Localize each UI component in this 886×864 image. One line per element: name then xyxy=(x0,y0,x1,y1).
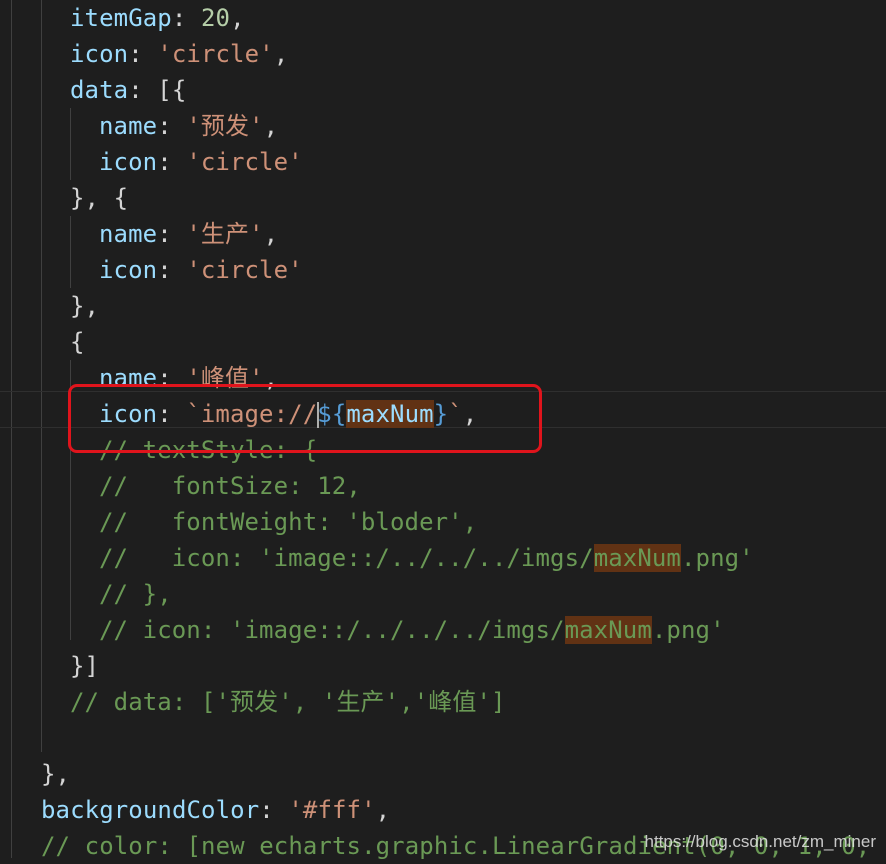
comment-line: // fontWeight: 'bloder', xyxy=(99,508,478,536)
code-line: name: '生产', xyxy=(99,220,279,248)
string-value: 'circle' xyxy=(157,40,274,68)
property-key: icon xyxy=(99,256,158,284)
code-line: }, xyxy=(70,292,100,320)
property-key: icon xyxy=(70,40,129,68)
code-line: icon: 'circle' xyxy=(99,148,303,176)
property-key: name xyxy=(99,112,158,140)
code-line: { xyxy=(70,328,85,356)
string-value: '生产' xyxy=(186,220,264,248)
indent-guide xyxy=(11,0,12,858)
indent-guide xyxy=(70,216,71,288)
watermark: https://blog.csdn.net/zm_miner xyxy=(644,832,876,851)
property-key: name xyxy=(99,220,158,248)
string-value: 'circle' xyxy=(186,148,303,176)
string-value: 'circle' xyxy=(186,256,303,284)
indent-guide xyxy=(41,0,42,752)
code-line: data: [{ xyxy=(70,76,187,104)
indent-guide xyxy=(70,108,71,180)
code-line: icon: 'circle' xyxy=(99,256,303,284)
property-key: itemGap xyxy=(70,4,172,32)
search-highlight: maxNum xyxy=(593,544,681,572)
property-key: icon xyxy=(99,148,158,176)
property-key: backgroundColor xyxy=(41,796,260,824)
code-line: }, xyxy=(41,760,71,788)
number-value: 20 xyxy=(200,4,231,32)
code-line: name: '预发', xyxy=(99,112,279,140)
property-key: data xyxy=(70,76,129,104)
comment-line: // data: ['预发', '生产','峰值'] xyxy=(70,688,506,716)
string-value: '#fff' xyxy=(288,796,376,824)
comment-line: // fontSize: 12, xyxy=(99,472,361,500)
code-line: }, { xyxy=(70,184,129,212)
comment-line: // icon: 'image::/../../../imgs/maxNum.p… xyxy=(99,544,754,572)
search-highlight: maxNum xyxy=(564,616,652,644)
comment-line: // icon: 'image::/../../../imgs/maxNum.p… xyxy=(99,616,725,644)
code-line: }] xyxy=(70,652,100,680)
comment-line: // }, xyxy=(99,580,172,608)
code-line: icon: 'circle', xyxy=(70,40,289,68)
annotation-highlight-box xyxy=(68,384,542,453)
code-line: itemGap: 20, xyxy=(70,4,245,32)
code-line: backgroundColor: '#fff', xyxy=(41,796,391,824)
string-value: '预发' xyxy=(186,112,264,140)
